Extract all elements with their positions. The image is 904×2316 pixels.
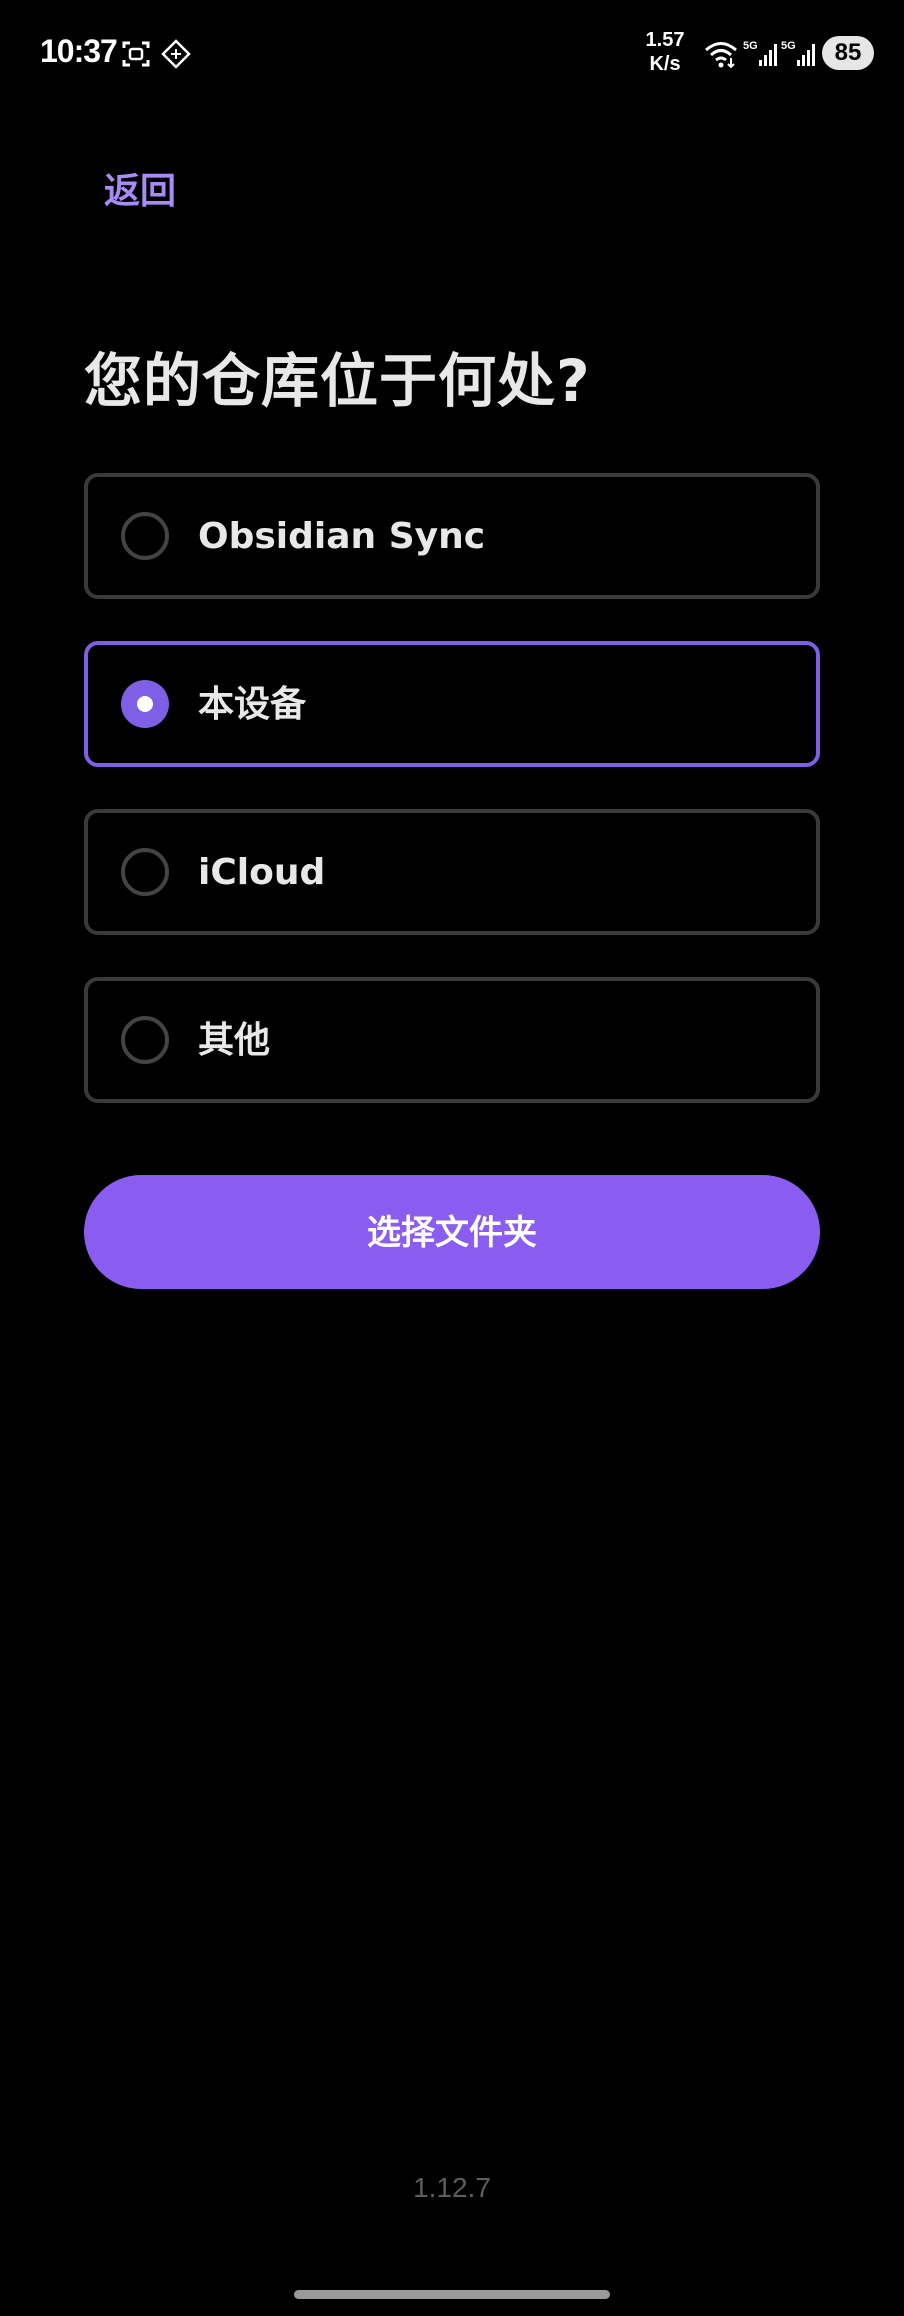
radio-button[interactable] xyxy=(121,512,169,560)
app-version: 1.12.7 xyxy=(413,2172,491,2203)
option-label: 本设备 xyxy=(198,684,307,725)
signal-5g-icon: 5G xyxy=(743,40,777,66)
app-notification-icon xyxy=(161,39,191,69)
option-other[interactable]: 其他 xyxy=(84,977,820,1103)
page-title: 您的仓库位于何处? xyxy=(84,347,591,415)
option-icloud[interactable]: iCloud xyxy=(84,809,820,935)
vault-location-options: Obsidian Sync 本设备 iCloud 其他 xyxy=(84,473,820,1145)
signal-5g-icon: 5G xyxy=(781,40,815,66)
svg-text:5G: 5G xyxy=(743,40,758,52)
radio-button-selected[interactable] xyxy=(121,680,169,728)
option-label: Obsidian Sync xyxy=(198,516,486,557)
choose-folder-button[interactable]: 选择文件夹 xyxy=(84,1175,820,1289)
network-speed: 1.57 K/s xyxy=(640,28,690,76)
option-this-device[interactable]: 本设备 xyxy=(84,641,820,767)
back-button[interactable]: 返回 xyxy=(104,162,176,214)
radio-button[interactable] xyxy=(121,848,169,896)
home-indicator[interactable] xyxy=(294,2290,610,2299)
wifi-icon xyxy=(705,42,737,69)
screenshot-icon xyxy=(122,41,150,67)
option-label: 其他 xyxy=(198,1020,271,1061)
status-bar: 10:37 1.57 K/s 5G 5G 85 xyxy=(0,0,904,110)
option-label: iCloud xyxy=(198,852,326,893)
network-speed-unit: K/s xyxy=(649,53,681,75)
radio-button[interactable] xyxy=(121,1016,169,1064)
status-time: 10:37 xyxy=(40,33,118,69)
battery-indicator: 85 xyxy=(822,36,874,70)
network-speed-value: 1.57 xyxy=(645,29,685,51)
option-obsidian-sync[interactable]: Obsidian Sync xyxy=(84,473,820,599)
svg-text:5G: 5G xyxy=(781,40,796,52)
